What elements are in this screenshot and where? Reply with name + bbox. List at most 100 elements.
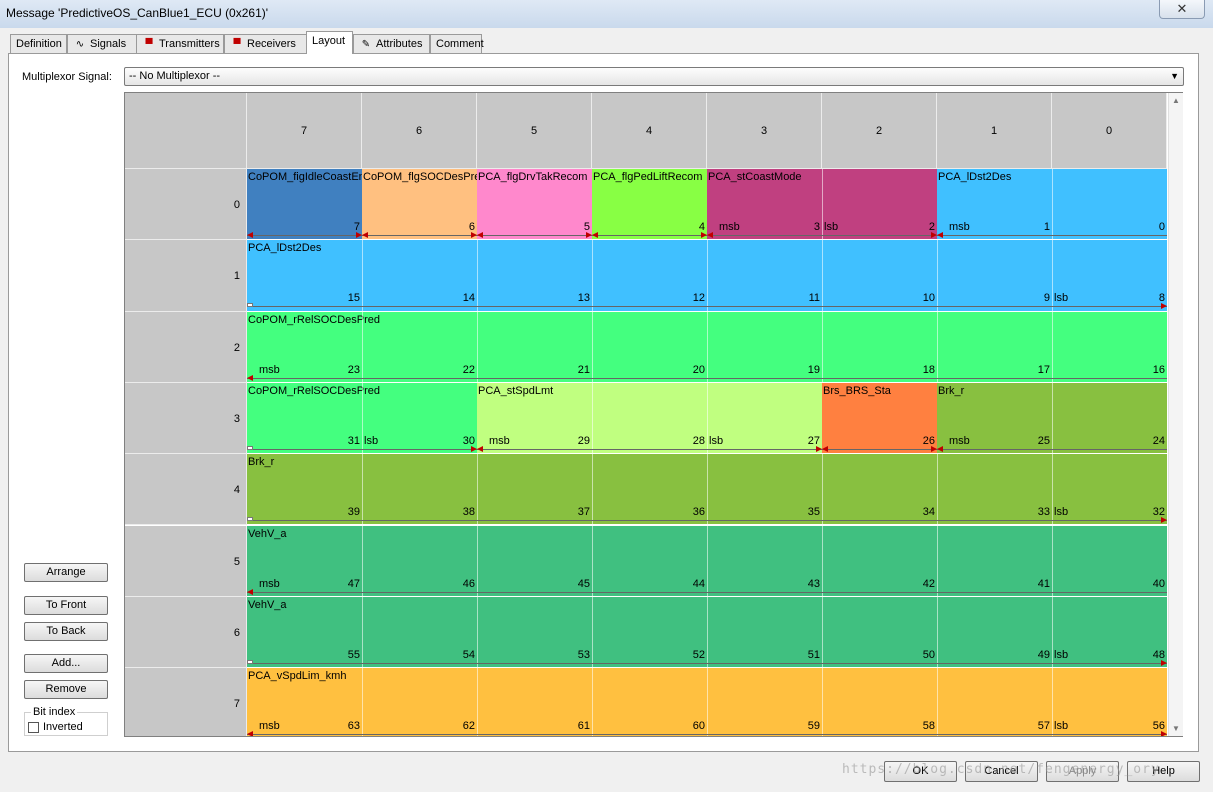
- tab-attributes[interactable]: ✎ Attributes: [353, 34, 430, 53]
- signal-segment[interactable]: PCA_stCoastMode 3 msb 2 lsb: [707, 169, 937, 240]
- tab-receivers[interactable]: ▀ Receivers: [224, 34, 310, 53]
- bit-number: 43: [807, 577, 820, 590]
- close-icon: ✕: [1176, 1, 1188, 16]
- cell-divider: [592, 596, 593, 668]
- signal-extent-line: [247, 591, 1167, 593]
- close-button[interactable]: ✕: [1159, 0, 1205, 19]
- signal-name: PCA_flgDrvTakRecom: [478, 171, 588, 183]
- signal-name: PCA_stSpdLmt: [478, 384, 554, 397]
- signal-name: PCA_lDst2Des: [938, 171, 1012, 183]
- signal-segment[interactable]: PCA_vSpdLim_kmh 63 msb 62 61 60 59 58 57 56 lsb: [247, 668, 1167, 736]
- tab-label: Layout: [312, 35, 346, 47]
- signal-name: PCA_stCoastMode: [708, 171, 802, 183]
- signal-segment[interactable]: PCA_flgPedLiftRecom 4: [592, 169, 707, 240]
- inverted-checkbox[interactable]: [28, 722, 39, 733]
- arrange-button[interactable]: Arrange: [24, 563, 108, 582]
- signal-name: CoPOM_flgSOCDesPred: [363, 171, 477, 183]
- remove-button[interactable]: Remove: [24, 680, 108, 699]
- signal-name: Brk_r: [248, 456, 275, 469]
- cell-divider: [592, 668, 593, 736]
- bit-layout-grid[interactable]: 7 6 5 4 3 2 1 0 0 CoPOM_figIdleCoastEna 7 CoPOM_flg…: [124, 92, 1183, 737]
- signal-segment[interactable]: CoPOM_rRelSOCDesPred 23 msb 22 21 20 19 18 17 16: [247, 311, 1167, 382]
- signals-icon: ∿: [75, 39, 85, 50]
- signal-segment[interactable]: PCA_stSpdLmt 29 msb 28 27 lsb: [477, 382, 822, 454]
- byte-row-label: 7: [233, 698, 240, 711]
- bit-number: 51: [807, 648, 820, 661]
- cell-divider: [822, 311, 823, 382]
- cell-divider: [937, 240, 938, 311]
- bit-column-header: 1: [937, 93, 1052, 169]
- tab-comment[interactable]: Comment: [430, 34, 484, 53]
- signal-extent-line: [247, 377, 1167, 379]
- cell-divider: [362, 382, 363, 454]
- signal-segment[interactable]: PCA_flgDrvTakRecom 5: [477, 169, 592, 240]
- msb-marker: msb: [259, 720, 280, 733]
- signal-segment[interactable]: VehV_a 47 msb 46 45 44 43 42 41 40: [247, 525, 1167, 596]
- tab-transmitters[interactable]: ▀ Transmitters: [136, 34, 224, 53]
- multiplexor-select[interactable]: -- No Multiplexor -- ▼: [124, 67, 1184, 86]
- bit-number: 33: [1037, 506, 1050, 519]
- signal-name: PCA_flgPedLiftRecom: [593, 171, 703, 183]
- signal-name: PCA_lDst2Des: [248, 242, 322, 255]
- msb-marker: msb: [719, 221, 740, 233]
- bit-number: 1: [1043, 221, 1050, 233]
- signal-segment[interactable]: CoPOM_figIdleCoastEna 7: [247, 169, 362, 240]
- bit-number: 10: [922, 292, 935, 305]
- bit-number: 20: [692, 363, 705, 376]
- cell-divider: [707, 525, 708, 596]
- add-button[interactable]: Add...: [24, 654, 108, 673]
- scroll-down-icon[interactable]: ▼: [1172, 724, 1180, 733]
- signal-extent-line: [247, 662, 1167, 664]
- to-front-button[interactable]: To Front: [24, 596, 108, 615]
- signal-extent-line: [247, 520, 1167, 522]
- cell-divider: [822, 596, 823, 668]
- bit-number: 47: [347, 577, 360, 590]
- to-back-button[interactable]: To Back: [24, 622, 108, 641]
- signal-segment[interactable]: PCA_lDst2Des 1 msb 0: [937, 169, 1167, 240]
- bit-number: 57: [1037, 720, 1050, 733]
- tab-layout[interactable]: Layout: [306, 31, 353, 54]
- bit-number: 44: [692, 577, 705, 590]
- cell-divider: [707, 311, 708, 382]
- cell-divider: [937, 454, 938, 525]
- bit-number: 24: [1152, 434, 1165, 447]
- byte-row-header: 4: [125, 454, 247, 526]
- dropdown-arrow-icon: ▼: [1170, 71, 1179, 81]
- cell-divider: [362, 596, 363, 668]
- multiplexor-label: Multiplexor Signal:: [22, 71, 112, 83]
- cell-divider: [707, 596, 708, 668]
- vertical-scrollbar[interactable]: ▲ ▼: [1168, 93, 1183, 736]
- title-bar: Message 'PredictiveOS_CanBlue1_ECU (0x26…: [0, 0, 1213, 28]
- cell-divider: [822, 169, 823, 240]
- cell-divider: [1052, 240, 1053, 311]
- lsb-marker: lsb: [824, 221, 839, 233]
- signal-segment[interactable]: VehV_a 55 54 53 52 51 50 49 48 lsb: [247, 596, 1167, 668]
- byte-row-label: 3: [233, 412, 240, 425]
- signal-segment[interactable]: PCA_lDst2Des 15 14 13 12 11 10 9 8 lsb: [247, 240, 1167, 311]
- tab-label: Receivers: [247, 38, 296, 50]
- cell-divider: [1052, 668, 1053, 736]
- signal-segment[interactable]: Brk_r 25 msb 24: [937, 382, 1167, 454]
- arrow-left-icon: [937, 232, 943, 238]
- scroll-up-icon[interactable]: ▲: [1172, 96, 1180, 105]
- arrow-stub-icon: [247, 445, 253, 450]
- bit-number: 31: [347, 434, 360, 447]
- cell-divider: [592, 525, 593, 596]
- bit-number: 58: [922, 720, 935, 733]
- bit-number: 39: [347, 506, 360, 519]
- tab-definition[interactable]: Definition: [10, 34, 67, 53]
- cell-divider: [362, 311, 363, 382]
- tab-signals[interactable]: ∿ Signals: [67, 34, 137, 53]
- bit-number: 41: [1037, 577, 1050, 590]
- cell-divider: [592, 454, 593, 525]
- signal-extent-line: [247, 306, 1167, 308]
- lsb-marker: lsb: [709, 434, 724, 447]
- signal-segment[interactable]: Brs_BRS_Sta 26: [822, 382, 937, 454]
- signal-extent-line: [247, 734, 1167, 736]
- signal-segment[interactable]: CoPOM_flgSOCDesPred 6: [362, 169, 477, 240]
- byte-row-header: 5: [125, 525, 247, 597]
- signal-name: PCA_vSpdLim_kmh: [248, 670, 347, 683]
- bit-number: 25: [1037, 434, 1050, 447]
- signal-segment[interactable]: CoPOM_rRelSOCDesPred 31 30 lsb: [247, 382, 477, 454]
- signal-segment[interactable]: Brk_r 39 38 37 36 35 34 33 32 lsb: [247, 454, 1167, 525]
